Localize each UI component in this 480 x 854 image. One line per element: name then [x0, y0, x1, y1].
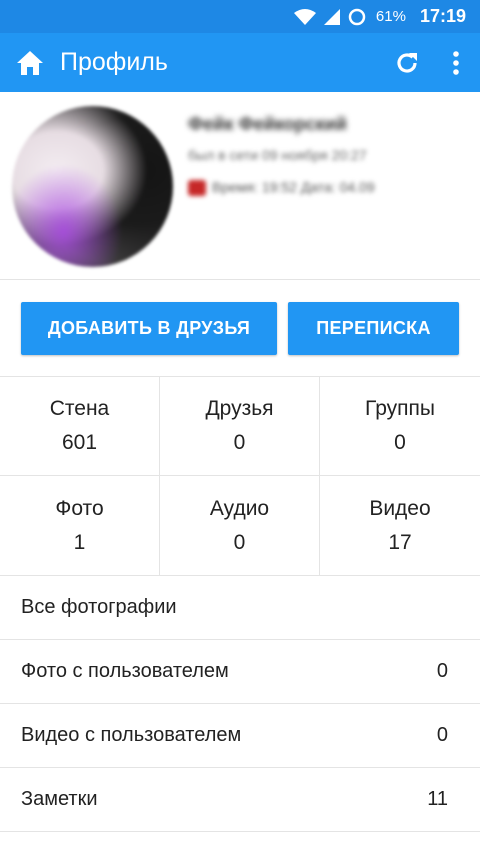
profile-name: Фейк Фейкорский — [188, 114, 347, 134]
list-item-videos-with-user[interactable]: Видео с пользователем 0 — [0, 704, 480, 768]
counter-label: Аудио — [209, 496, 270, 520]
avatar[interactable] — [12, 106, 173, 267]
list-item-count: 0 — [436, 660, 448, 682]
page-title: Профиль — [60, 48, 168, 76]
profile-info: Фейк Фейкорский был в сети 09 ноября 20:… — [188, 114, 468, 197]
counters-grid: Стена 601 Друзья 0 Группы 0 Фото 1 Аудио… — [0, 377, 480, 576]
list-item-notes[interactable]: Заметки 11 — [0, 768, 480, 832]
counter-groups[interactable]: Группы 0 — [320, 377, 480, 476]
counter-photos[interactable]: Фото 1 — [0, 476, 160, 576]
battery-ring-icon — [348, 8, 366, 26]
list-item-label: Заметки — [21, 788, 98, 810]
counter-label: Фото — [55, 496, 104, 520]
home-icon[interactable] — [0, 33, 60, 92]
add-friend-button[interactable]: ДОБАВИТЬ В ДРУЗЬЯ — [21, 302, 277, 355]
counter-wall[interactable]: Стена 601 — [0, 377, 160, 476]
counter-value: 17 — [388, 530, 412, 554]
counter-label: Друзья — [205, 397, 274, 420]
profile-header: Фейк Фейкорский был в сети 09 ноября 20:… — [0, 92, 480, 280]
refresh-icon[interactable] — [382, 33, 432, 92]
counter-friends[interactable]: Друзья 0 — [160, 377, 320, 476]
counter-value: 0 — [233, 530, 246, 554]
counter-audio[interactable]: Аудио 0 — [160, 476, 320, 576]
counter-label: Видео — [369, 496, 431, 520]
counter-value: 601 — [61, 431, 98, 454]
messages-button[interactable]: ПЕРЕПИСКА — [288, 302, 459, 355]
counter-value: 0 — [394, 431, 406, 454]
counter-video[interactable]: Видео 17 — [320, 476, 480, 576]
wifi-icon — [293, 8, 316, 25]
list-item-all-photos[interactable]: Все фотографии — [0, 576, 480, 640]
more-vert-icon[interactable] — [438, 33, 474, 92]
battery-percent: 61% — [375, 8, 406, 25]
list-item-label: Видео с пользователем — [21, 724, 242, 746]
counter-label: Группы — [365, 397, 435, 420]
counter-value: 0 — [233, 431, 246, 454]
cell-signal-icon — [323, 8, 340, 25]
profile-meta-text: Время: 19:52 Дата: 04.09 — [212, 179, 375, 195]
list-item-count: 0 — [436, 724, 448, 746]
status-bar: 61% 17:19 — [0, 0, 480, 33]
list-item-label: Все фотографии — [21, 596, 177, 618]
clock: 17:19 — [419, 6, 466, 26]
app-bar: Профиль — [0, 33, 480, 92]
list-item-count: 11 — [427, 788, 448, 810]
list-item-label: Фото с пользователем — [21, 660, 229, 682]
time-icon — [188, 180, 206, 197]
counter-value: 1 — [73, 530, 86, 554]
profile-sections-list: Все фотографии Фото с пользователем 0 Ви… — [0, 576, 480, 832]
profile-meta: Время: 19:52 Дата: 04.09 — [188, 177, 468, 197]
counter-label: Стена — [49, 397, 110, 420]
profile-actions: ДОБАВИТЬ В ДРУЗЬЯ ПЕРЕПИСКА — [0, 280, 480, 377]
list-item-photos-with-user[interactable]: Фото с пользователем 0 — [0, 640, 480, 704]
last-seen-status: был в сети 09 ноября 20:27 — [188, 147, 367, 163]
